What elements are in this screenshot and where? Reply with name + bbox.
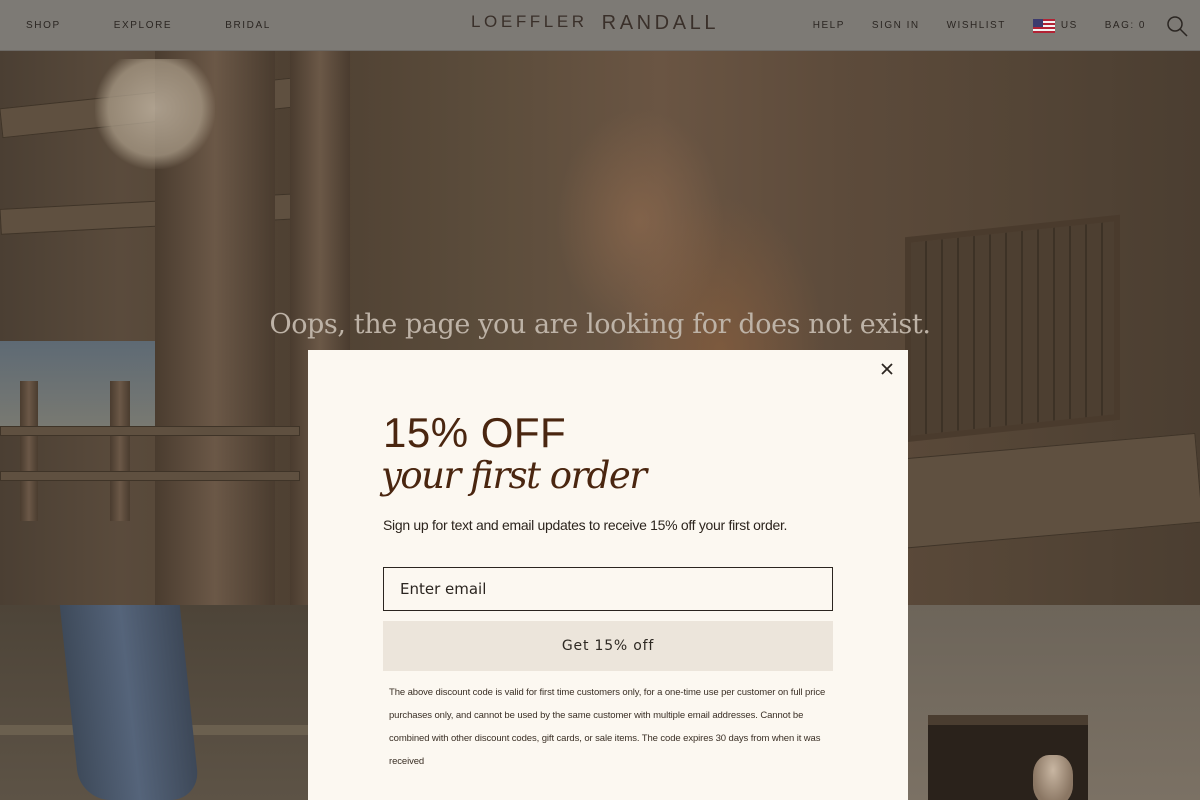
not-found-message: Oops, the page you are looking for does … (269, 309, 931, 340)
search-icon[interactable] (1166, 15, 1188, 37)
site-header: SHOP EXPLORE BRIDAL LOEFFLER RANDALL HELP… (0, 0, 1200, 51)
discount-disclaimer: The above discount code is valid for fir… (389, 687, 826, 767)
utility-nav: HELP SIGN IN WISHLIST US BAG: 0 (813, 0, 1188, 51)
us-flag-icon (1032, 18, 1055, 33)
fence-post (20, 381, 38, 521)
sign-in-link[interactable]: SIGN IN (872, 20, 920, 31)
bottom-left-image (0, 605, 308, 800)
logo-second-word: RANDALL (601, 12, 720, 34)
skull-decoration (95, 59, 215, 169)
primary-nav: SHOP EXPLORE BRIDAL (26, 0, 324, 51)
bottom-right-image (908, 605, 1200, 800)
logo-first-word: LOEFFLER (471, 12, 588, 31)
fence-rail (0, 471, 300, 481)
region-label: US (1060, 20, 1078, 31)
popup-subheadline: your first order (381, 454, 647, 497)
model-jeans (59, 605, 201, 800)
wishlist-link[interactable]: WISHLIST (947, 20, 1006, 31)
get-discount-button[interactable]: Get 15% off (383, 621, 833, 671)
nav-shop[interactable]: SHOP (26, 20, 61, 31)
discount-popup: 15% OFF your first order Sign up for tex… (308, 350, 908, 800)
fence-rail (0, 426, 300, 436)
close-icon (881, 363, 893, 375)
nav-bridal[interactable]: BRIDAL (225, 20, 271, 31)
close-button[interactable] (878, 360, 896, 378)
bag-link[interactable]: BAG: 0 (1105, 20, 1146, 31)
brand-logo[interactable]: LOEFFLER RANDALL (471, 12, 719, 35)
help-link[interactable]: HELP (813, 20, 845, 31)
fence-post (110, 381, 130, 521)
nav-explore[interactable]: EXPLORE (114, 20, 172, 31)
email-field[interactable] (383, 567, 833, 611)
popup-headline: 15% OFF (383, 409, 567, 456)
popup-lead-text: Sign up for text and email updates to re… (383, 517, 788, 533)
region-selector[interactable]: US (1032, 18, 1078, 33)
model-figure (1033, 755, 1073, 800)
